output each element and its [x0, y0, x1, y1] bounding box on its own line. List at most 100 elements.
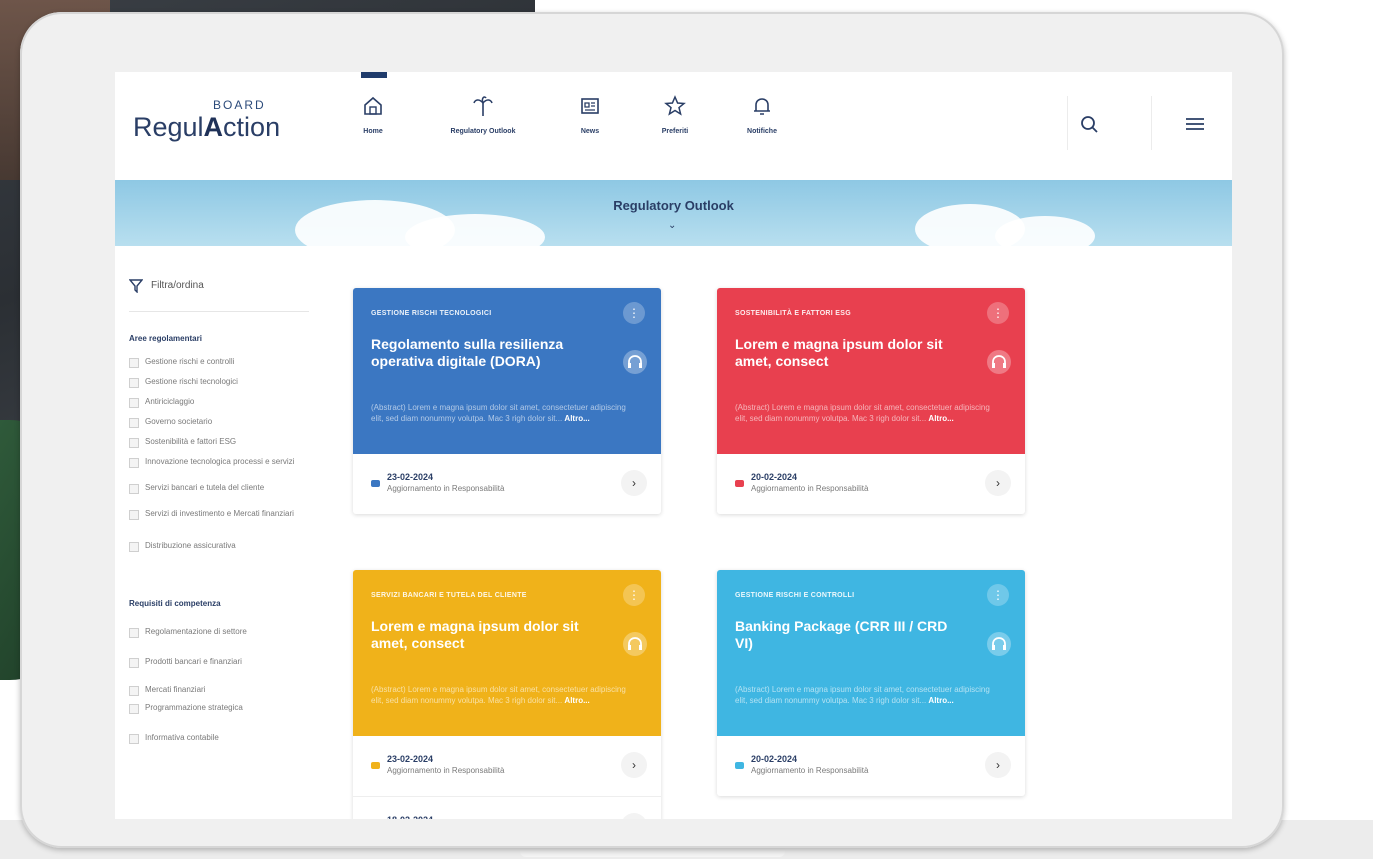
- headphones-icon[interactable]: [987, 350, 1011, 374]
- card-abstract: (Abstract) Lorem e magna ipsum dolor sit…: [371, 685, 626, 705]
- card-category: GESTIONE RISCHI TECNOLOGICI: [371, 310, 492, 317]
- tablet-frame: BOARD RegulAction Home Regulatory Outloo…: [20, 12, 1284, 848]
- card-header[interactable]: GESTIONE RISCHI TECNOLOGICI Regolamento …: [353, 288, 661, 454]
- checkbox[interactable]: [129, 378, 139, 388]
- update-date: 23-02-2024: [387, 754, 434, 764]
- checkbox[interactable]: [129, 542, 139, 552]
- search-icon: [1081, 116, 1098, 133]
- chevron-right-icon[interactable]: ›: [985, 752, 1011, 778]
- page-banner: Regulatory Outlook ⌄: [115, 180, 1232, 246]
- logo-board-text: BOARD: [213, 98, 266, 112]
- update-date: 18-02-2024: [387, 815, 433, 819]
- nav-notifiche[interactable]: Notifiche: [739, 94, 785, 154]
- filter-sort-button[interactable]: Filtra/ordina: [129, 277, 309, 312]
- update-subtitle: Aggiornamento in Responsabilità: [751, 766, 869, 775]
- card-category: GESTIONE RISCHI E CONTROLLI: [735, 592, 855, 599]
- read-more-link[interactable]: Altro...: [928, 414, 953, 423]
- nav-home[interactable]: Home: [353, 94, 393, 154]
- read-more-link[interactable]: Altro...: [564, 414, 589, 423]
- app-logo[interactable]: BOARD RegulAction: [133, 98, 323, 158]
- regulation-card[interactable]: GESTIONE RISCHI TECNOLOGICI Regolamento …: [353, 288, 661, 514]
- bell-icon: [754, 98, 770, 115]
- card-update-row[interactable]: 18-02-2024 ›: [353, 796, 661, 819]
- checkbox[interactable]: [129, 704, 139, 714]
- more-options-icon[interactable]: ⋮: [987, 584, 1009, 606]
- nav-notifiche-label: Notifiche: [747, 128, 777, 135]
- card-header[interactable]: SERVIZI BANCARI E TUTELA DEL CLIENTE Lor…: [353, 570, 661, 736]
- search-button[interactable]: [1077, 112, 1101, 136]
- more-options-icon[interactable]: ⋮: [623, 302, 645, 324]
- checkbox[interactable]: [129, 734, 139, 744]
- update-date: 20-02-2024: [751, 472, 798, 482]
- update-date: 20-02-2024: [751, 754, 798, 764]
- read-more-link[interactable]: Altro...: [564, 696, 589, 705]
- chevron-right-icon[interactable]: ›: [621, 813, 647, 819]
- headphones-icon[interactable]: [987, 632, 1011, 656]
- checkbox[interactable]: [129, 438, 139, 448]
- update-subtitle: Aggiornamento in Responsabilità: [387, 484, 505, 493]
- checkbox[interactable]: [129, 510, 139, 520]
- card-update-row[interactable]: 20-02-2024 Aggiornamento in Responsabili…: [717, 454, 1025, 514]
- card-abstract: (Abstract) Lorem e magna ipsum dolor sit…: [735, 403, 990, 423]
- speech-bubble-icon: [735, 762, 744, 769]
- background-wall: [1285, 0, 1373, 840]
- nav-home-label: Home: [363, 128, 383, 135]
- section-title-requisiti: Requisiti di competenza: [129, 599, 221, 608]
- nav-news-label: News: [580, 128, 600, 135]
- card-update-row[interactable]: 23-02-2024 Aggiornamento in Responsabili…: [353, 736, 661, 796]
- card-update-row[interactable]: 20-02-2024 Aggiornamento in Responsabili…: [717, 736, 1025, 796]
- regulation-card[interactable]: GESTIONE RISCHI E CONTROLLI Banking Pack…: [717, 570, 1025, 796]
- header-divider: [1067, 96, 1068, 150]
- speech-bubble-icon: [371, 762, 380, 769]
- app-header: BOARD RegulAction Home Regulatory Outloo…: [115, 72, 1232, 180]
- nav-news[interactable]: News: [570, 94, 610, 154]
- card-title[interactable]: Banking Package (CRR III / CRD VI): [735, 618, 965, 652]
- card-category: SERVIZI BANCARI E TUTELA DEL CLIENTE: [371, 592, 527, 599]
- card-category: SOSTENIBILITÀ E FATTORI ESG: [735, 310, 851, 317]
- card-header[interactable]: GESTIONE RISCHI E CONTROLLI Banking Pack…: [717, 570, 1025, 736]
- card-update-row[interactable]: 23-02-2024 Aggiornamento in Responsabili…: [353, 454, 661, 514]
- speech-bubble-icon: [371, 480, 380, 487]
- nav-regulatory-outlook-label: Regulatory Outlook: [450, 128, 516, 135]
- card-title[interactable]: Lorem e magna ipsum dolor sit amet, cons…: [371, 618, 601, 652]
- nav-regulatory-outlook[interactable]: Regulatory Outlook: [433, 94, 533, 154]
- chevron-right-icon[interactable]: ›: [985, 470, 1011, 496]
- card-title[interactable]: Regolamento sulla resilienza operativa d…: [371, 336, 601, 370]
- checkbox[interactable]: [129, 358, 139, 368]
- read-more-link[interactable]: Altro...: [928, 696, 953, 705]
- update-subtitle: Aggiornamento in Responsabilità: [751, 484, 869, 493]
- headphones-icon[interactable]: [623, 632, 647, 656]
- checkbox[interactable]: [129, 628, 139, 638]
- banner-cloud: [995, 216, 1095, 246]
- card-abstract: (Abstract) Lorem e magna ipsum dolor sit…: [371, 403, 626, 423]
- nav-preferiti[interactable]: Preferiti: [653, 94, 697, 154]
- card-title[interactable]: Lorem e magna ipsum dolor sit amet, cons…: [735, 336, 965, 370]
- card-header[interactable]: SOSTENIBILITÀ E FATTORI ESG Lorem e magn…: [717, 288, 1025, 454]
- more-options-icon[interactable]: ⋮: [987, 302, 1009, 324]
- regulation-card[interactable]: SOSTENIBILITÀ E FATTORI ESG Lorem e magn…: [717, 288, 1025, 514]
- active-nav-indicator: [361, 72, 387, 78]
- speech-bubble-icon: [735, 480, 744, 487]
- checkbox[interactable]: [129, 686, 139, 696]
- headphones-icon[interactable]: [623, 350, 647, 374]
- menu-button[interactable]: [1183, 112, 1207, 136]
- star-icon: [664, 95, 686, 116]
- page-title: Regulatory Outlook: [613, 198, 734, 213]
- filter-icon: [129, 279, 143, 293]
- checkbox[interactable]: [129, 458, 139, 468]
- chevron-right-icon[interactable]: ›: [621, 470, 647, 496]
- chevron-down-icon[interactable]: ⌄: [668, 220, 676, 231]
- checkbox[interactable]: [129, 484, 139, 494]
- home-icon: [364, 96, 382, 115]
- section-title-aree: Aree regolamentari: [129, 334, 202, 343]
- regulation-card[interactable]: SERVIZI BANCARI E TUTELA DEL CLIENTE Lor…: [353, 570, 661, 819]
- checkbox[interactable]: [129, 418, 139, 428]
- checkbox[interactable]: [129, 398, 139, 408]
- card-abstract: (Abstract) Lorem e magna ipsum dolor sit…: [735, 685, 990, 705]
- nav-preferiti-label: Preferiti: [661, 128, 689, 135]
- checkbox[interactable]: [129, 658, 139, 668]
- more-options-icon[interactable]: ⋮: [623, 584, 645, 606]
- app-screen: BOARD RegulAction Home Regulatory Outloo…: [115, 72, 1232, 819]
- filter-sort-label: Filtra/ordina: [151, 280, 204, 291]
- chevron-right-icon[interactable]: ›: [621, 752, 647, 778]
